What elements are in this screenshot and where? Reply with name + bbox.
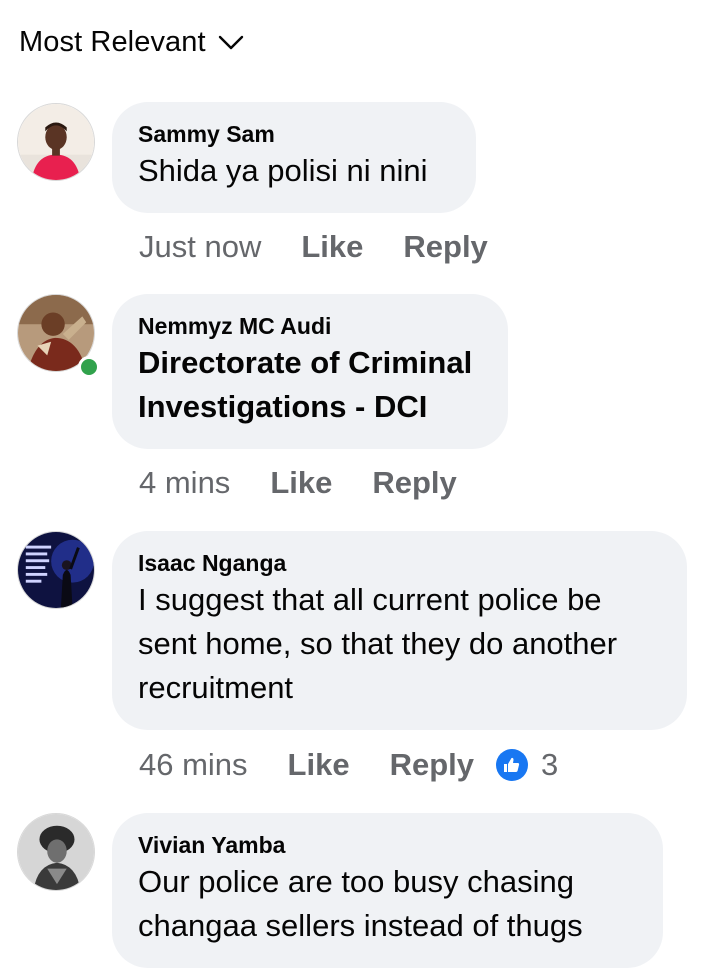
avatar[interactable]: [17, 531, 95, 609]
comment-timestamp[interactable]: 46 mins: [139, 747, 248, 783]
comment-tagged-page-line2[interactable]: Investigations - DCI: [138, 385, 482, 429]
comment-timestamp[interactable]: Just now: [139, 229, 261, 265]
avatar[interactable]: [17, 103, 95, 181]
reply-button[interactable]: Reply: [390, 747, 474, 783]
comment-actions: Just now Like Reply: [139, 229, 488, 265]
comment-bubble: Nemmyz MC Audi Directorate of Criminal I…: [112, 294, 508, 449]
like-button[interactable]: Like: [288, 747, 350, 783]
comment-text: I suggest that all current police be sen…: [138, 582, 618, 705]
comment-sort-selector[interactable]: Most Relevant: [19, 26, 244, 59]
online-status-indicator: [78, 356, 100, 378]
chevron-down-icon: [218, 35, 244, 51]
like-reaction-icon: [496, 749, 528, 781]
like-button[interactable]: Like: [301, 229, 363, 265]
comment-text: Shida ya polisi ni nini: [138, 153, 428, 188]
comment-author[interactable]: Sammy Sam: [138, 119, 450, 149]
comment-bubble: Vivian Yamba Our police are too busy cha…: [112, 813, 663, 968]
avatar[interactable]: [17, 813, 95, 891]
comment-tagged-page-line1[interactable]: Directorate of Criminal: [138, 341, 482, 385]
comment-actions: 4 mins Like Reply: [139, 465, 457, 501]
reply-button[interactable]: Reply: [372, 465, 456, 501]
like-button[interactable]: Like: [270, 465, 332, 501]
comment-bubble: Sammy Sam Shida ya polisi ni nini: [112, 102, 476, 213]
comment-actions: 46 mins Like Reply 3: [139, 747, 558, 783]
comment-text: Our police are too busy chasing changaa …: [138, 864, 583, 943]
comment-timestamp[interactable]: 4 mins: [139, 465, 230, 501]
reply-button[interactable]: Reply: [403, 229, 487, 265]
sort-label: Most Relevant: [19, 26, 206, 58]
reaction-summary[interactable]: 3: [496, 747, 558, 783]
reaction-count: 3: [541, 747, 559, 782]
comment-bubble: Isaac Nganga I suggest that all current …: [112, 531, 687, 730]
comment-author[interactable]: Nemmyz MC Audi: [138, 311, 482, 341]
comment-author[interactable]: Vivian Yamba: [138, 830, 637, 860]
comment-author[interactable]: Isaac Nganga: [138, 548, 661, 578]
